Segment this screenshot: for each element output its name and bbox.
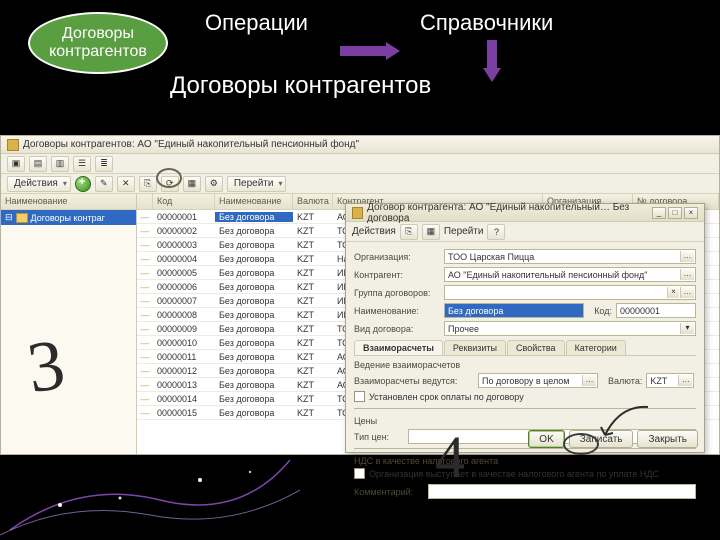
toolbar-button[interactable]: ▣ — [7, 156, 25, 172]
pill-contracts: Договоры контрагентов — [28, 12, 168, 74]
tree-panel: Наименование ⊟ Договоры контраг — [1, 194, 137, 454]
maximize-button[interactable]: □ — [668, 207, 682, 219]
field-comment[interactable] — [428, 484, 696, 499]
dialog-toolbar: Действия ⎘ ▦ Перейти ? — [346, 222, 704, 242]
toolbar-button[interactable]: ☰ — [73, 156, 91, 172]
tab-kategorii[interactable]: Категории — [566, 340, 626, 355]
dialog-title: Договор контрагента: АО "Единый накопите… — [367, 202, 648, 224]
annotation-area: Договоры контрагентов Операции Справочни… — [0, 0, 720, 135]
dialog-icon — [352, 207, 363, 219]
toolbar-button[interactable]: ✕ — [117, 176, 135, 192]
goto-dropdown[interactable]: Перейти — [227, 176, 287, 192]
label-kind: Вид договора: — [354, 324, 440, 334]
label-operations: Операции — [205, 10, 308, 36]
toolbar-button[interactable]: ≣ — [95, 156, 113, 172]
close-button[interactable]: Закрыть — [637, 430, 698, 448]
toolbar-button[interactable]: ▦ — [183, 176, 201, 192]
toolbar-button[interactable]: ⎘ — [139, 176, 157, 192]
lookup-button[interactable]: … — [678, 375, 692, 386]
lookup-button[interactable]: … — [680, 269, 694, 280]
label-name: Наименование: — [354, 306, 440, 316]
dialog-contract: Договор контрагента: АО "Единый накопите… — [345, 203, 705, 453]
label-code: Код: — [594, 306, 612, 316]
lookup-button[interactable]: … — [582, 375, 596, 386]
add-button[interactable] — [75, 176, 91, 192]
lookup-button[interactable]: … — [680, 287, 694, 298]
section-nds: НДС в качестве налогового агента — [354, 456, 696, 466]
label-tipcen: Тип цен: — [354, 432, 404, 442]
app-icon — [7, 139, 19, 151]
col-code[interactable]: Код — [153, 194, 215, 209]
arrow-right-icon — [340, 44, 400, 58]
toolbar-button[interactable]: ⚙ — [205, 176, 223, 192]
toolbar-button[interactable]: ▤ — [29, 156, 47, 172]
checkbox-icon — [354, 468, 365, 479]
toolbar-row2: Действия ✎ ✕ ⎘ ⟳ ▦ ⚙ Перейти — [1, 174, 719, 194]
titlebar-dialog: Договор контрагента: АО "Единый накопите… — [346, 204, 704, 222]
toolbar-button[interactable]: ⟳ — [161, 176, 179, 192]
toolbar-button[interactable]: ▥ — [51, 156, 69, 172]
label-vz-by: Взаиморасчеты ведутся: — [354, 376, 474, 386]
section-vedenie: Ведение взаиморасчетов — [354, 360, 696, 370]
field-kind[interactable]: Прочее▾ — [444, 321, 696, 336]
field-group[interactable]: ×… — [444, 285, 696, 300]
window-title: Договоры контрагентов: АО "Единый накопи… — [23, 139, 359, 150]
dialog-goto-dropdown[interactable]: Перейти — [444, 226, 484, 237]
dialog-actions-dropdown[interactable]: Действия — [352, 226, 396, 237]
col-currency[interactable]: Валюта — [293, 194, 333, 209]
field-code[interactable]: 00000001 — [616, 303, 696, 318]
toolbar-row1: ▣ ▤ ▥ ☰ ≣ — [1, 154, 719, 174]
tabs: Взаиморасчеты Реквизиты Свойства Категор… — [354, 340, 696, 356]
tree-root-row[interactable]: ⊟ Договоры контраг — [1, 210, 136, 225]
toolbar-button[interactable]: ▦ — [422, 224, 440, 240]
ok-button[interactable]: OK — [528, 430, 564, 448]
decorative-sparkle — [0, 450, 300, 540]
actions-dropdown[interactable]: Действия — [7, 176, 71, 192]
label-valuta: Валюта: — [608, 376, 642, 386]
checkbox-nds[interactable]: Организация выступает в качестве налогов… — [354, 468, 659, 479]
toolbar-button[interactable]: ⎘ — [400, 224, 418, 240]
col-name[interactable]: Наименование — [215, 194, 293, 209]
tab-rekvizity[interactable]: Реквизиты — [444, 340, 506, 355]
label-contracts-title: Договоры контрагентов — [170, 72, 620, 100]
dialog-form: Организация: ТОО Царская Пицца… Контраге… — [346, 242, 704, 506]
label-comment: Комментарий: — [354, 487, 424, 497]
tab-svoistva[interactable]: Свойства — [507, 340, 565, 355]
toolbar-button[interactable]: ? — [487, 224, 505, 240]
dropdown-button[interactable]: ▾ — [680, 323, 694, 334]
tree-root-label: Договоры контраг — [31, 213, 105, 223]
field-valuta[interactable]: KZT… — [646, 373, 694, 388]
field-vz-by[interactable]: По договору в целом… — [478, 373, 598, 388]
app-screenshot: Договоры контрагентов: АО "Единый накопи… — [0, 135, 720, 455]
close-button[interactable]: × — [684, 207, 698, 219]
label-group: Группа договоров: — [354, 288, 440, 298]
folder-icon — [16, 213, 28, 223]
titlebar-main: Договоры контрагентов: АО "Единый накопи… — [1, 136, 719, 154]
lookup-button[interactable]: … — [680, 251, 694, 262]
label-org: Организация: — [354, 252, 440, 262]
tab-vzaimo[interactable]: Взаиморасчеты — [354, 340, 443, 355]
tree-header: Наименование — [1, 194, 136, 210]
label-counterparty: Контрагент: — [354, 270, 440, 280]
section-ceny: Цены — [354, 416, 696, 426]
minimize-button[interactable]: _ — [652, 207, 666, 219]
checkbox-srok[interactable]: Установлен срок оплаты по договору — [354, 391, 524, 402]
toolbar-button[interactable]: ✎ — [95, 176, 113, 192]
save-button[interactable]: Записать — [569, 430, 634, 448]
field-org[interactable]: ТОО Царская Пицца… — [444, 249, 696, 264]
label-spravochniki: Справочники — [420, 10, 553, 36]
dialog-buttons: OK Записать Закрыть — [528, 430, 698, 448]
field-name[interactable]: Без договора — [444, 303, 584, 318]
field-counterparty[interactable]: АО "Единый накопительный пенсионный фонд… — [444, 267, 696, 282]
clear-button[interactable]: × — [667, 287, 679, 298]
checkbox-icon — [354, 391, 365, 402]
